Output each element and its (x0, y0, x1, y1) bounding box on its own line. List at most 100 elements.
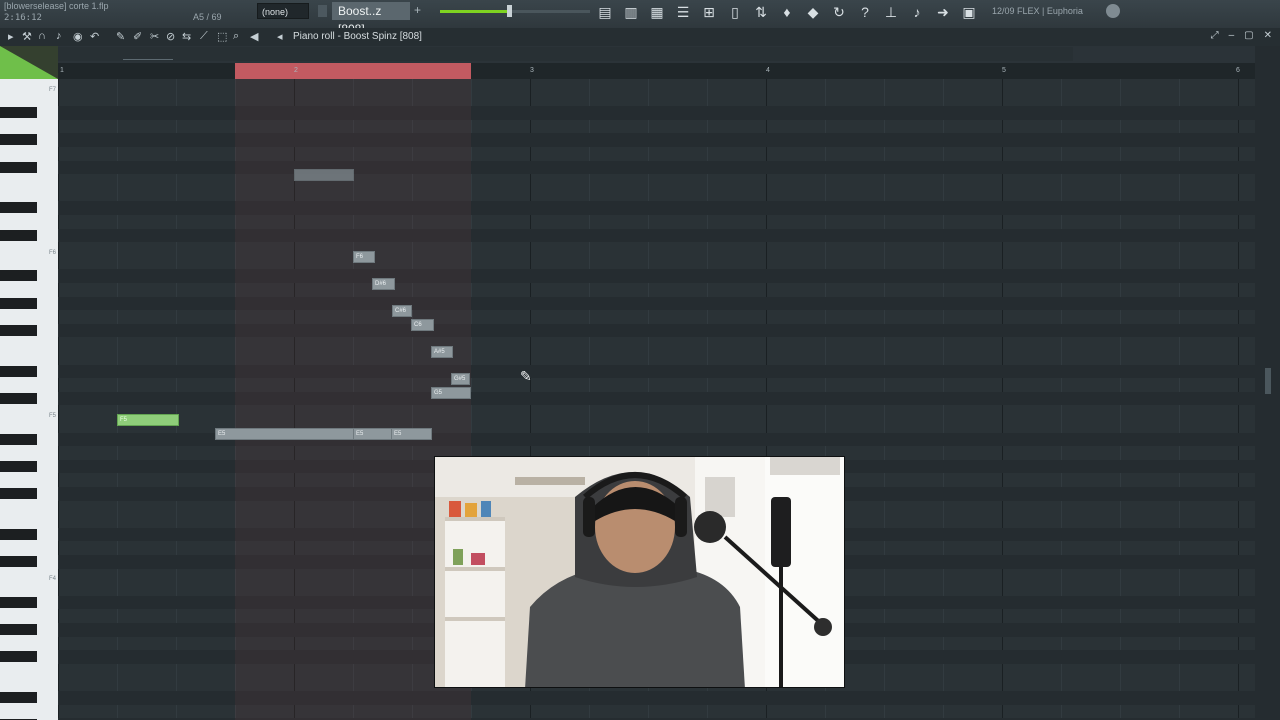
mute-tool-icon[interactable]: ⊘ (166, 30, 175, 43)
note[interactable]: C6 (411, 319, 434, 331)
black-key[interactable] (0, 433, 37, 445)
bar-number: 6 (1236, 67, 1240, 74)
slice-tool-icon[interactable]: ⟋ (200, 30, 208, 43)
black-key[interactable] (0, 624, 37, 635)
note[interactable]: G#5 (451, 373, 470, 385)
help-icon[interactable]: ? (854, 2, 876, 22)
black-key[interactable] (0, 596, 37, 608)
piano-roll-icon[interactable]: ▥ (620, 2, 642, 22)
browser-icon[interactable]: ▯ (724, 2, 746, 22)
black-key[interactable] (0, 324, 37, 336)
speaker-small-icon[interactable]: ◂ (277, 30, 283, 43)
scroll-thumb[interactable] (123, 59, 173, 60)
record-icon[interactable]: ◉ (73, 30, 83, 43)
window-controls: ⤢ – ▢ ✕ (1211, 30, 1272, 41)
plug-icon[interactable]: ♦ (776, 2, 798, 22)
delete-tool-icon[interactable]: ✂ (150, 30, 159, 43)
channel-selector[interactable]: Boost..z [808] (332, 2, 410, 36)
undo-icon[interactable]: ↻ (828, 2, 850, 22)
note[interactable]: F6 (353, 251, 375, 263)
select-tool-icon[interactable]: ⬚ (217, 30, 227, 43)
maximize-icon[interactable]: ▢ (1244, 30, 1253, 41)
pencil-icon[interactable]: ✎ (116, 30, 125, 43)
note[interactable]: G5 (431, 387, 471, 399)
black-key[interactable] (0, 651, 37, 663)
options-arrow-icon[interactable]: ▸ (8, 30, 14, 43)
black-key[interactable] (0, 134, 37, 146)
note[interactable]: C#6 (392, 305, 412, 317)
speaker-icon[interactable]: ◀ (250, 30, 258, 43)
song-position: 2:16:12 (4, 13, 42, 23)
black-key[interactable] (0, 107, 37, 119)
project-title: [blowerselease] corte 1.flp (4, 1, 109, 11)
note[interactable]: E5 (353, 428, 395, 440)
playlist-icon[interactable]: ▤ (594, 2, 616, 22)
timeline[interactable]: 1 2 3 4 5 6 (58, 63, 1255, 79)
pin-icon[interactable]: ⊥ (880, 2, 902, 22)
black-key[interactable] (0, 528, 37, 540)
magnet-icon[interactable]: ∩ (38, 30, 46, 42)
zoom-tool-icon[interactable]: ⌕ (233, 30, 239, 43)
note-indicator: A5 / 69 (193, 12, 222, 22)
mixer-icon[interactable]: ☰ (672, 2, 694, 22)
black-key[interactable] (0, 161, 37, 173)
black-key[interactable] (0, 365, 37, 377)
microphone-icon[interactable]: ♪ (906, 2, 928, 22)
window-shortcut-toolbar: ▤ ▥ ▦ ☰ ⊞ ▯ ⇅ ♦ ◆ ↻ ? ⊥ ♪ ➜ ▣ (594, 2, 980, 22)
note[interactable]: A#5 (431, 346, 453, 358)
black-key[interactable] (0, 556, 37, 567)
black-key[interactable] (0, 460, 37, 472)
plugin-picker-icon[interactable]: ⊞ (698, 2, 720, 22)
channel-rack-icon[interactable]: ▦ (646, 2, 668, 22)
bar-number: 5 (1002, 67, 1006, 74)
octave-label: F4 (48, 576, 56, 582)
black-key[interactable] (0, 202, 37, 214)
black-key[interactable] (0, 392, 37, 404)
plugin-info: 12/09 FLEX | Euphoria (992, 6, 1083, 16)
keyboard-icon[interactable]: ▣ (958, 2, 980, 22)
pattern-selector[interactable]: (none) (257, 3, 309, 19)
add-pattern-button[interactable]: + (414, 3, 421, 17)
selected-note[interactable]: F5 (117, 414, 179, 426)
undo-icon[interactable]: ↶ (90, 30, 99, 43)
bar-number: 3 (530, 67, 534, 74)
note[interactable]: E5 (215, 428, 355, 440)
webcam-person-icon (435, 457, 844, 687)
black-key[interactable] (0, 488, 37, 499)
slip-tool-icon[interactable]: ⇆ (182, 30, 191, 43)
loop-region[interactable] (235, 63, 471, 79)
wrench-icon[interactable]: ⚒ (22, 30, 32, 43)
detach-icon[interactable]: ⤢ (1211, 30, 1219, 41)
horizontal-scroll[interactable] (58, 47, 1073, 61)
tempo-icon[interactable]: ⇅ (750, 2, 772, 22)
fl-logo (0, 46, 58, 79)
brush-icon[interactable]: ✐ (133, 30, 142, 43)
piano-keyboard[interactable]: F7 F6 F5 F4 (0, 79, 58, 720)
pencil-cursor-icon: ✎ (520, 368, 532, 384)
octave-label: F6 (48, 250, 56, 256)
black-key[interactable] (0, 297, 37, 309)
arrow-right-icon[interactable]: ➜ (932, 2, 954, 22)
scroll-thumb[interactable] (1265, 368, 1271, 394)
note[interactable]: D#6 (372, 278, 395, 290)
close-icon[interactable]: ✕ (1264, 30, 1272, 41)
master-volume-slider[interactable] (440, 5, 590, 17)
minimize-icon[interactable]: – (1229, 30, 1235, 41)
black-key[interactable] (0, 229, 37, 241)
note[interactable]: E5 (391, 428, 432, 440)
globe-icon[interactable] (1106, 4, 1120, 18)
piano-roll-title: Piano roll - Boost Spinz [808] (293, 31, 422, 42)
note-icon[interactable]: ♪ (56, 30, 62, 42)
webcam-overlay (434, 456, 845, 688)
octave-label: F5 (48, 413, 56, 419)
stamp-icon[interactable]: ◆ (802, 2, 824, 22)
ghost-note (294, 169, 354, 181)
play-pattern-icon[interactable] (318, 5, 327, 17)
black-key[interactable] (0, 270, 37, 282)
black-key[interactable] (0, 692, 37, 703)
bar-number: 1 (60, 67, 64, 74)
piano-roll-toolbar: ▸ ⚒ ∩ ♪ ◉ ↶ ✎ ✐ ✂ ⊘ ⇆ ⟋ ⬚ ⌕ ◀ ◂ Piano ro… (0, 28, 1280, 46)
volume-knob[interactable] (506, 5, 512, 17)
octave-label: F7 (48, 87, 56, 93)
vertical-scroll[interactable] (1255, 46, 1280, 720)
